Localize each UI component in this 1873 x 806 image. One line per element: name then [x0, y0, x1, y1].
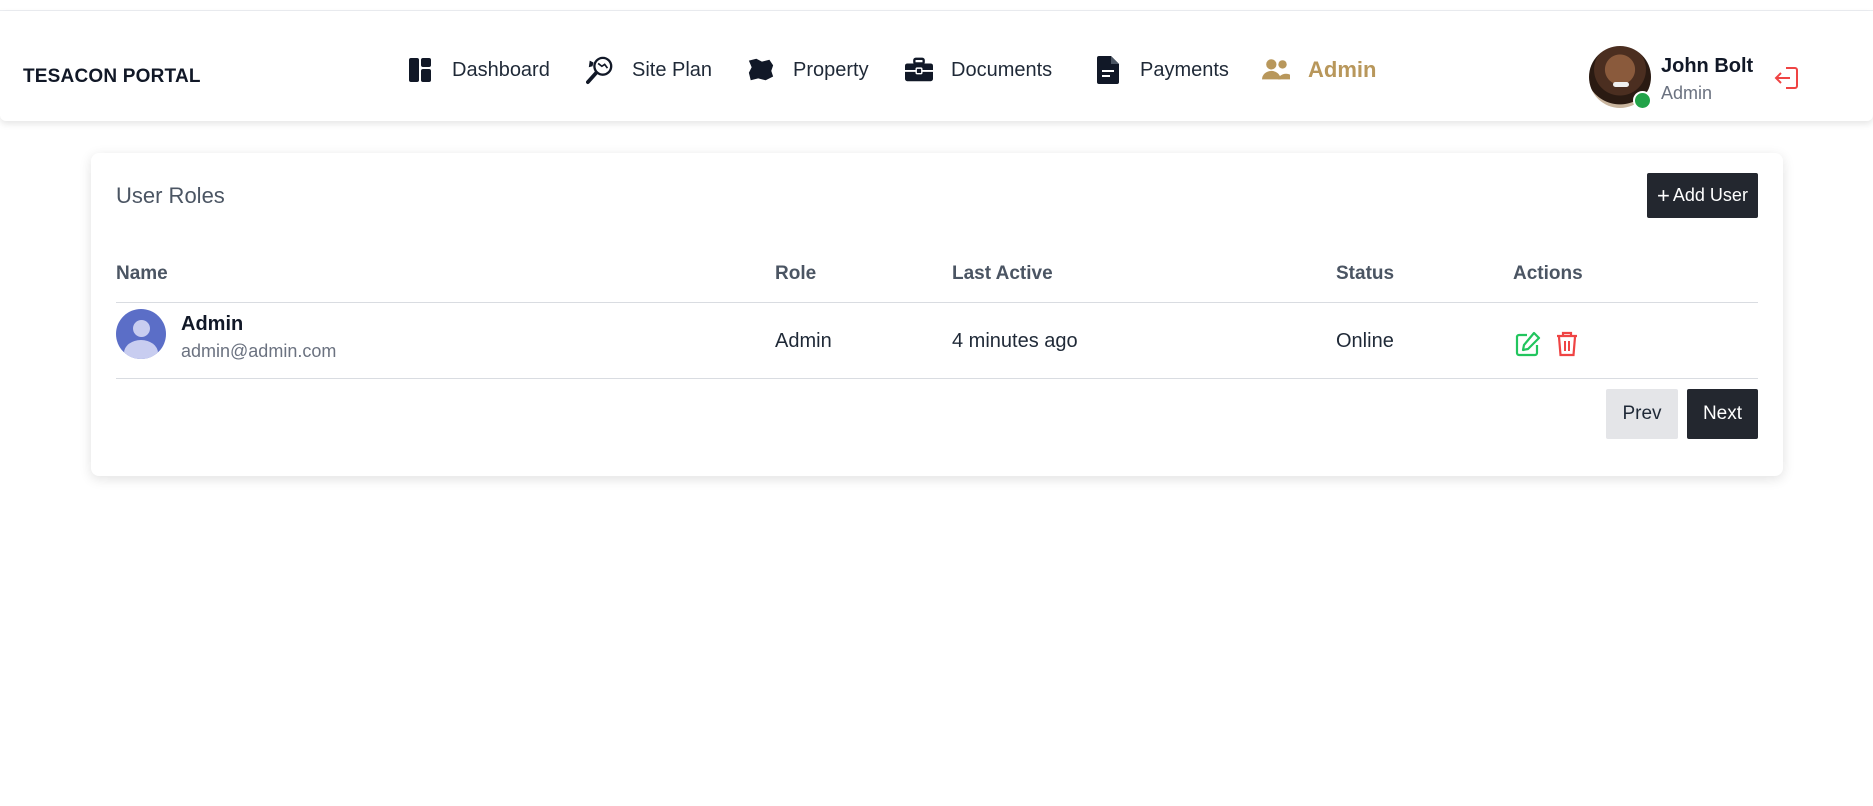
dashboard-icon: [406, 56, 434, 84]
next-page-button[interactable]: Next: [1687, 389, 1758, 439]
map-search-icon: [586, 56, 614, 84]
nav-label-documents: Documents: [951, 58, 1053, 81]
column-header-name: Name: [116, 263, 168, 284]
user-role: Admin: [1661, 83, 1713, 103]
nav-label-site-plan: Site Plan: [632, 58, 713, 81]
edit-icon[interactable]: [1515, 331, 1541, 357]
row-user-email: admin@admin.com: [181, 341, 337, 361]
nav-item-documents[interactable]: Documents: [905, 56, 1052, 84]
document-icon: [1094, 56, 1122, 84]
row-last-active: 4 minutes ago: [952, 330, 1078, 352]
user-roles-card: User Roles + Add User Name Role Last Act…: [91, 153, 1783, 476]
nav-label-property: Property: [793, 58, 869, 81]
column-header-last-active: Last Active: [952, 263, 1053, 284]
online-status-dot: [1633, 91, 1652, 110]
column-header-role: Role: [775, 263, 817, 284]
plus-icon: +: [1657, 182, 1670, 208]
delete-icon[interactable]: [1556, 331, 1582, 357]
nav-item-admin[interactable]: Admin: [1262, 56, 1376, 84]
land-plot-icon: [747, 56, 775, 84]
column-header-actions: Actions: [1513, 263, 1583, 284]
row-status: Online: [1336, 330, 1394, 352]
row-divider: [116, 378, 1758, 379]
nav-item-property[interactable]: Property: [747, 56, 869, 84]
row-role: Admin: [775, 330, 832, 352]
nav-item-payments[interactable]: Payments: [1094, 56, 1229, 84]
logout-icon[interactable]: [1773, 64, 1801, 92]
nav-item-site-plan[interactable]: Site Plan: [586, 56, 712, 84]
user-avatar[interactable]: [1589, 46, 1652, 110]
header-divider: [116, 302, 1758, 303]
users-icon: [1262, 56, 1290, 84]
row-avatar: [116, 309, 166, 359]
add-user-button[interactable]: + Add User: [1647, 173, 1758, 218]
brand-title[interactable]: TESACON PORTAL: [23, 66, 201, 88]
user-name: John Bolt: [1661, 55, 1754, 77]
nav-item-dashboard[interactable]: Dashboard: [406, 56, 550, 84]
column-header-status: Status: [1336, 263, 1395, 284]
card-title: User Roles: [116, 183, 225, 208]
row-user-name: Admin: [181, 313, 244, 335]
nav-label-dashboard: Dashboard: [452, 58, 550, 81]
top-navbar: TESACON PORTAL Dashboard Site Plan Prope…: [0, 11, 1873, 121]
add-user-label: Add User: [1672, 185, 1748, 205]
nav-label-payments: Payments: [1140, 58, 1229, 81]
nav-label-admin: Admin: [1308, 57, 1377, 82]
briefcase-icon: [905, 56, 933, 84]
prev-page-button[interactable]: Prev: [1606, 389, 1678, 439]
